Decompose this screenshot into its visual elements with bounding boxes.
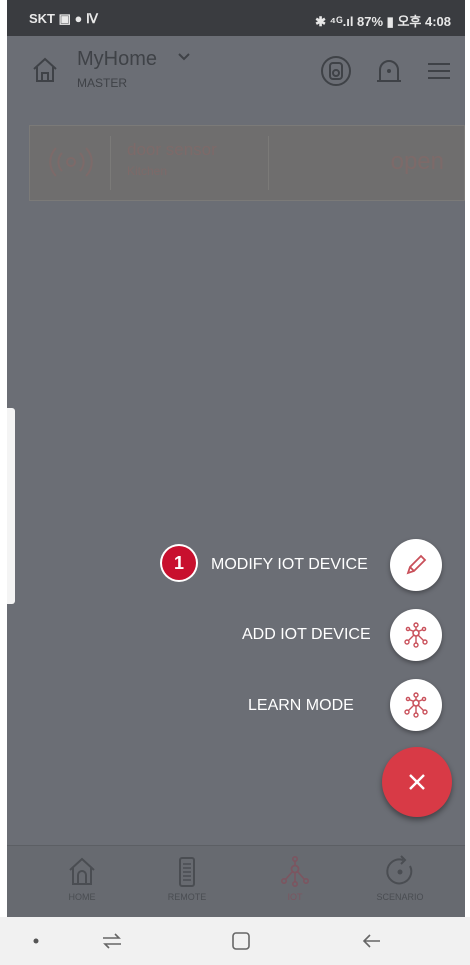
nav-scenario-label: SCENARIO xyxy=(376,892,424,902)
pencil-icon xyxy=(406,554,427,575)
menu-icon[interactable] xyxy=(422,54,456,88)
add-iot-device-button[interactable] xyxy=(390,609,442,661)
modify-iot-device-button[interactable] xyxy=(390,539,442,591)
close-fab-button[interactable] xyxy=(382,747,452,817)
home-icon[interactable] xyxy=(31,56,59,84)
learn-mode-button[interactable] xyxy=(390,679,442,731)
system-status: ✱ ⁴ᴳ.ıl 87% ▮ 오후 4:08 xyxy=(315,14,451,29)
home-icon xyxy=(69,857,95,885)
home-role-label: MASTER xyxy=(77,76,128,90)
device-card[interactable]: door sensor Kitchen open xyxy=(29,125,465,201)
iot-network-icon xyxy=(404,692,428,718)
remote-icon xyxy=(179,857,195,887)
side-drawer-handle[interactable] xyxy=(7,408,15,604)
speaker-icon[interactable] xyxy=(319,54,353,88)
nav-iot-label: IOT xyxy=(287,892,303,902)
learn-mode-label[interactable]: LEARN MODE xyxy=(248,697,354,715)
app-bar: MyHome MASTER xyxy=(7,36,465,108)
device-name: door sensor xyxy=(127,140,217,159)
status-bar: SKT ▣ ● Ⅳ ✱ ⁴ᴳ.ıl 87% ▮ 오후 4:08 xyxy=(7,0,465,36)
system-navigation-bar xyxy=(0,917,470,965)
app-screen: SKT ▣ ● Ⅳ ✱ ⁴ᴳ.ıl 87% ▮ 오후 4:08 MyHome M… xyxy=(7,0,465,965)
add-iot-device-label[interactable]: ADD IOT DEVICE xyxy=(242,626,371,644)
nav-home[interactable]: HOME xyxy=(42,854,122,914)
home-selector-title[interactable]: MyHome xyxy=(77,48,157,71)
back-arrow-icon[interactable] xyxy=(360,929,384,953)
sensor-signal-icon xyxy=(49,147,93,177)
carrier-status: SKT ▣ ● Ⅳ xyxy=(29,11,98,26)
device-state: open xyxy=(390,148,444,175)
iot-network-icon xyxy=(404,622,428,648)
device-room: Kitchen xyxy=(127,164,168,178)
nav-remote[interactable]: REMOTE xyxy=(147,854,227,914)
home-button-icon[interactable] xyxy=(229,929,253,953)
modify-iot-device-label[interactable]: MODIFY IOT DEVICE xyxy=(211,556,368,574)
recent-apps-icon[interactable] xyxy=(100,929,124,953)
alarm-bell-icon[interactable] xyxy=(372,54,406,88)
nav-remote-label: REMOTE xyxy=(167,892,207,902)
nav-home-label: HOME xyxy=(68,892,96,902)
divider xyxy=(110,136,111,190)
chevron-down-icon[interactable] xyxy=(177,50,191,64)
divider xyxy=(268,136,269,190)
iot-network-icon xyxy=(280,855,309,887)
close-icon xyxy=(409,774,425,790)
bottom-navigation: HOME REMOTE IOT SCENARIO xyxy=(7,845,465,918)
nav-scenario[interactable]: SCENARIO xyxy=(360,854,440,914)
dot-icon[interactable] xyxy=(24,929,48,953)
scenario-icon xyxy=(386,855,413,885)
nav-iot[interactable]: IOT xyxy=(255,854,335,914)
step-badge: 1 xyxy=(162,546,196,580)
